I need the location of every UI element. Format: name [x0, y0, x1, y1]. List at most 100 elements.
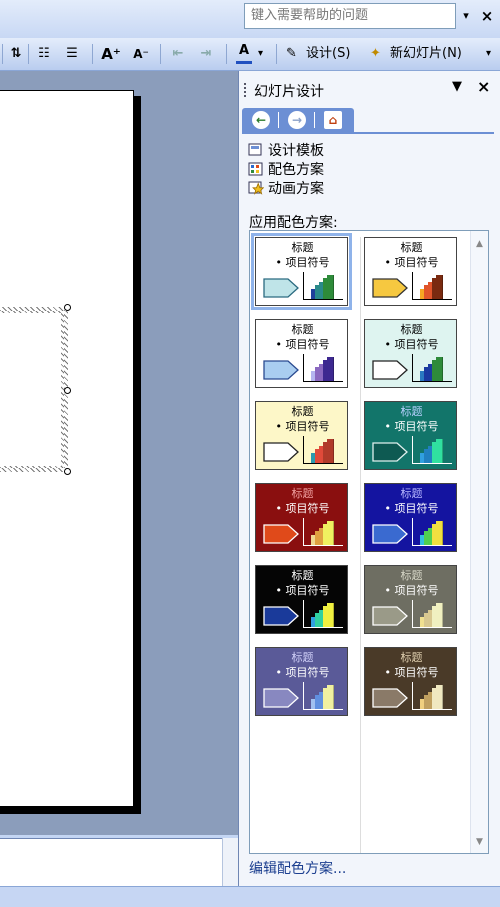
design-icon: ✎: [286, 46, 297, 61]
thumbnail-chart-axis: [412, 381, 452, 382]
text-placeholder[interactable]: [0, 313, 61, 466]
thumbnail-chart-bar: [436, 357, 443, 381]
new-slide-icon: ✦: [370, 46, 381, 61]
color-scheme-thumbnail[interactable]: 标题 • 项目符号: [255, 483, 348, 552]
thumbnail-title-text: 标题: [291, 569, 314, 582]
thumbnail-title-text: 标题: [291, 487, 314, 500]
resize-handle-top-right[interactable]: [64, 304, 71, 311]
thumbnail-chart-bar: [327, 275, 334, 299]
thumbnail-chart-bar: [327, 603, 334, 627]
thumbnail-chart-axis: [412, 518, 413, 546]
thumbnail-arrow-shape: [263, 688, 299, 712]
thumbnail-arrow-shape: [263, 442, 299, 466]
help-dropdown-button[interactable]: ▾: [458, 6, 474, 26]
increase-font-size-icon[interactable]: A⁺: [100, 43, 122, 65]
thumbnail-chart-axis: [412, 354, 413, 382]
thumbnail-arrow-shape: [372, 688, 408, 712]
help-search-input[interactable]: 键入需要帮助的问题: [244, 3, 456, 29]
thumbnail-bullet-text: • 项目符号: [275, 584, 330, 597]
notes-pane[interactable]: [0, 838, 222, 887]
pane-close-button[interactable]: ×: [477, 77, 490, 96]
decrease-font-size-icon[interactable]: A⁻: [130, 43, 152, 65]
slide-design-pane: 幻灯片设计 ▼ × ← → ⌂ 设计模板 配色方案 动画方案 应用配色方案: ▲…: [238, 71, 500, 886]
thumbnail-chart-axis: [303, 518, 304, 546]
text-direction-icon[interactable]: ⇅: [8, 43, 24, 65]
thumbnail-arrow-shape: [372, 606, 408, 630]
thumbnail-title-text: 标题: [291, 651, 314, 664]
design-button[interactable]: 设计(S): [306, 43, 350, 65]
thumbnail-chart-axis: [412, 436, 413, 464]
edit-color-scheme-link[interactable]: 编辑配色方案...: [249, 858, 346, 878]
thumbnail-chart-bar: [327, 439, 334, 463]
color-scheme-thumbnail[interactable]: 标题 • 项目符号: [251, 233, 352, 310]
thumbnail-chart-axis: [303, 627, 343, 628]
color-scheme-thumbnail[interactable]: 标题 • 项目符号: [364, 401, 457, 470]
pane-menu-button[interactable]: ▼: [452, 79, 462, 94]
scroll-down-icon[interactable]: ▼: [476, 837, 483, 847]
gallery-scrollbar[interactable]: [470, 231, 488, 853]
color-scheme-link[interactable]: 配色方案: [248, 159, 324, 178]
color-scheme-thumbnail[interactable]: 标题 • 项目符号: [255, 647, 348, 716]
animation-scheme-label: 动画方案: [268, 181, 324, 197]
increase-indent-icon[interactable]: ⇥: [196, 43, 216, 65]
thumbnail-bullet-text: • 项目符号: [384, 256, 439, 269]
thumbnail-arrow-shape: [263, 606, 299, 630]
bullets-icon[interactable]: ☰: [62, 43, 82, 65]
nav-separator: [278, 112, 279, 128]
color-scheme-thumbnail[interactable]: 标题 • 项目符号: [364, 319, 457, 388]
thumbnail-chart-axis: [412, 709, 452, 710]
color-scheme-thumbnail[interactable]: 标题 • 项目符号: [255, 565, 348, 634]
thumbnail-chart-axis: [303, 272, 304, 300]
toolbar-grip: [2, 44, 3, 64]
decrease-indent-icon[interactable]: ⇤: [168, 43, 188, 65]
resize-handle-right[interactable]: [64, 387, 71, 394]
thumbnail-chart: [303, 518, 343, 546]
thumbnail-chart-axis: [303, 463, 343, 464]
color-scheme-thumbnail[interactable]: 标题 • 项目符号: [255, 401, 348, 470]
numbering-icon[interactable]: ☷: [34, 43, 54, 65]
status-bar: [0, 886, 500, 907]
forward-arrow-icon[interactable]: →: [288, 111, 306, 129]
thumbnail-chart: [412, 600, 452, 628]
thumbnail-chart-axis: [412, 463, 452, 464]
scroll-up-icon[interactable]: ▲: [476, 239, 483, 249]
notes-scrollbar[interactable]: [222, 838, 239, 886]
nav-separator: [314, 112, 315, 128]
thumbnail-arrow-shape: [263, 360, 299, 384]
font-color-dropdown-icon[interactable]: ▾: [258, 43, 263, 65]
color-scheme-thumbnail[interactable]: 标题 • 项目符号: [364, 565, 457, 634]
top-bar: 键入需要帮助的问题 ▾ ×: [0, 0, 500, 38]
thumbnail-chart-axis: [303, 436, 304, 464]
animation-scheme-link[interactable]: 动画方案: [248, 178, 324, 197]
thumbnail-chart-axis: [303, 354, 304, 382]
thumbnail-chart-bar: [436, 685, 443, 709]
pane-grip-handle[interactable]: [244, 83, 248, 97]
thumbnail-chart: [412, 436, 452, 464]
color-scheme-thumbnail[interactable]: 标题 • 项目符号: [255, 319, 348, 388]
thumbnail-title-text: 标题: [400, 569, 423, 582]
new-slide-button[interactable]: 新幻灯片(N): [390, 43, 462, 65]
color-scheme-thumbnail[interactable]: 标题 • 项目符号: [364, 647, 457, 716]
home-icon[interactable]: ⌂: [324, 111, 342, 129]
thumbnail-chart-axis: [303, 545, 343, 546]
thumbnail-arrow-shape: [372, 524, 408, 548]
thumbnail-chart-axis: [412, 545, 452, 546]
resize-handle-bottom-right[interactable]: [64, 468, 71, 475]
back-arrow-icon[interactable]: ←: [252, 111, 270, 129]
thumbnail-chart-bar: [327, 357, 334, 381]
thumbnail-chart: [303, 600, 343, 628]
toolbar-options-icon[interactable]: ▾: [486, 43, 491, 65]
font-color-icon[interactable]: A: [236, 43, 252, 64]
thumbnail-chart-bar: [436, 603, 443, 627]
color-scheme-thumbnail[interactable]: 标题 • 项目符号: [364, 483, 457, 552]
thumbnail-chart: [303, 354, 343, 382]
close-document-button[interactable]: ×: [478, 5, 496, 27]
color-scheme-thumbnail[interactable]: 标题 • 项目符号: [364, 237, 457, 306]
design-template-link[interactable]: 设计模板: [248, 140, 324, 159]
thumbnail-bullet-text: • 项目符号: [384, 338, 439, 351]
thumbnail-title-text: 标题: [400, 241, 423, 254]
thumbnail-bullet-text: • 项目符号: [384, 584, 439, 597]
thumbnail-title-text: 标题: [291, 405, 314, 418]
thumbnail-chart-axis: [303, 299, 343, 300]
thumbnail-chart: [303, 436, 343, 464]
